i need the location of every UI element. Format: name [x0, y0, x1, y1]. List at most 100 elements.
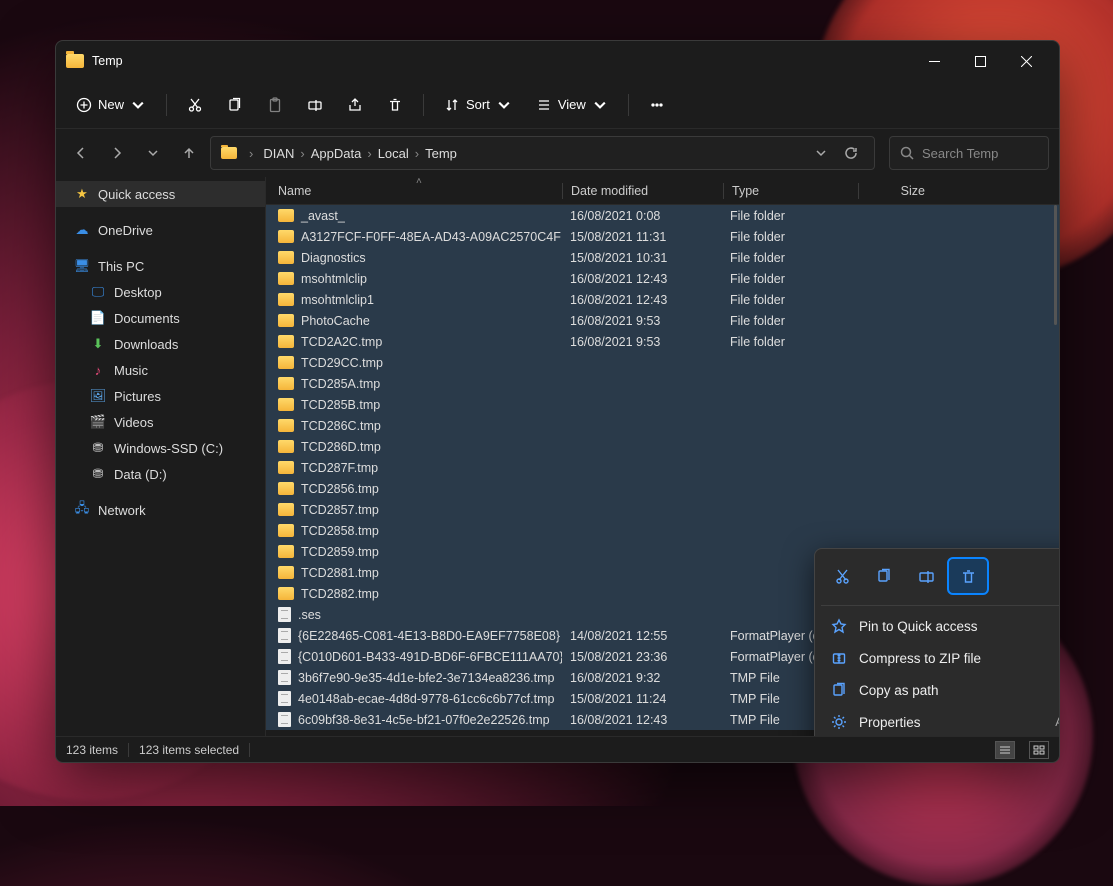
- file-row[interactable]: TCD2856.tmp: [266, 478, 1059, 499]
- ctx-copy-button[interactable]: [865, 559, 903, 593]
- search-input[interactable]: Search Temp: [889, 136, 1049, 170]
- sidebar-item-videos[interactable]: 🎬Videos: [56, 409, 265, 435]
- share-button[interactable]: [339, 91, 371, 119]
- breadcrumb-segment[interactable]: DIAN: [259, 144, 298, 163]
- file-name: TCD286C.tmp: [301, 419, 381, 433]
- file-name: TCD2856.tmp: [301, 482, 379, 496]
- music-icon: ♪: [90, 362, 106, 378]
- chevron-down-icon: [496, 97, 512, 113]
- more-button[interactable]: [641, 91, 673, 119]
- new-button[interactable]: New: [68, 91, 154, 119]
- folder-icon: [278, 587, 294, 600]
- search-icon: [900, 146, 914, 160]
- file-row[interactable]: _avast_16/08/2021 0:08File folder: [266, 205, 1059, 226]
- downloads-icon: ⬇: [90, 336, 106, 352]
- file-row[interactable]: TCD2858.tmp: [266, 520, 1059, 541]
- cut-button[interactable]: [179, 91, 211, 119]
- details-view-button[interactable]: [995, 741, 1015, 759]
- sidebar-item-quickaccess[interactable]: ★Quick access: [56, 181, 265, 207]
- view-button[interactable]: View: [528, 91, 616, 119]
- folder-icon: [278, 209, 294, 222]
- rename-button[interactable]: [299, 91, 331, 119]
- close-button[interactable]: [1003, 41, 1049, 81]
- folder-icon: [278, 545, 294, 558]
- sidebar-item-drive-d[interactable]: ⛃Data (D:): [56, 461, 265, 487]
- file-name: .ses: [298, 608, 321, 622]
- drive-icon: ⛃: [90, 466, 106, 482]
- columns-header[interactable]: ˄ Name Date modified Type Size: [266, 177, 1059, 205]
- ctx-pin[interactable]: Pin to Quick access: [821, 610, 1059, 642]
- address-dropdown[interactable]: [808, 140, 834, 166]
- file-list-area: ˄ Name Date modified Type Size _avast_16…: [266, 177, 1059, 736]
- recent-button[interactable]: [138, 138, 168, 168]
- file-name: Diagnostics: [301, 251, 366, 265]
- sort-button[interactable]: Sort: [436, 91, 520, 119]
- folder-icon: [278, 251, 294, 264]
- icons-view-button[interactable]: [1029, 741, 1049, 759]
- maximize-button[interactable]: [957, 41, 1003, 81]
- breadcrumb-segment[interactable]: Temp: [421, 144, 461, 163]
- file-row[interactable]: TCD2857.tmp: [266, 499, 1059, 520]
- sidebar-item-thispc[interactable]: 🖥This PC: [56, 253, 265, 279]
- ctx-zip[interactable]: Compress to ZIP file: [821, 642, 1059, 674]
- up-button[interactable]: [174, 138, 204, 168]
- sidebar-item-onedrive[interactable]: ☁OneDrive: [56, 217, 265, 243]
- nav-row: › DIAN›AppData›Local›Temp Search Temp: [56, 129, 1059, 177]
- copy-button[interactable]: [219, 91, 251, 119]
- file-date: 16/08/2021 12:43: [562, 272, 722, 286]
- file-row[interactable]: TCD285A.tmp: [266, 373, 1059, 394]
- status-bar: 123 items 123 items selected: [56, 736, 1059, 762]
- file-name: TCD287F.tmp: [301, 461, 378, 475]
- view-label: View: [558, 97, 586, 112]
- file-name: TCD2858.tmp: [301, 524, 379, 538]
- breadcrumb-segment[interactable]: AppData: [307, 144, 366, 163]
- file-row[interactable]: TCD287F.tmp: [266, 457, 1059, 478]
- file-row[interactable]: TCD2A2C.tmp16/08/2021 9:53File folder: [266, 331, 1059, 352]
- address-bar[interactable]: › DIAN›AppData›Local›Temp: [210, 136, 875, 170]
- column-size[interactable]: Size: [859, 184, 945, 198]
- sidebar-item-pictures[interactable]: 🖼Pictures: [56, 383, 265, 409]
- back-button[interactable]: [66, 138, 96, 168]
- sidebar-item-music[interactable]: ♪Music: [56, 357, 265, 383]
- sidebar-item-network[interactable]: 🖧Network: [56, 497, 265, 523]
- file-row[interactable]: A3127FCF-F0FF-48EA-AD43-A09AC2570C4F15/0…: [266, 226, 1059, 247]
- file-row[interactable]: TCD286D.tmp: [266, 436, 1059, 457]
- sidebar-item-drive-c[interactable]: ⛃Windows-SSD (C:): [56, 435, 265, 461]
- file-row[interactable]: msohtmlclip16/08/2021 12:43File folder: [266, 268, 1059, 289]
- file-name: TCD285A.tmp: [301, 377, 380, 391]
- file-row[interactable]: TCD29CC.tmp: [266, 352, 1059, 373]
- sidebar-item-desktop[interactable]: 🖵Desktop: [56, 279, 265, 305]
- delete-button[interactable]: [379, 91, 411, 119]
- column-date[interactable]: Date modified: [563, 184, 723, 198]
- new-label: New: [98, 97, 124, 112]
- scrollbar-thumb[interactable]: [1054, 205, 1057, 325]
- file-row[interactable]: TCD286C.tmp: [266, 415, 1059, 436]
- file-icon: [278, 670, 291, 685]
- file-name: TCD2A2C.tmp: [301, 335, 382, 349]
- sidebar-item-documents[interactable]: 📄Documents: [56, 305, 265, 331]
- minimize-button[interactable]: [911, 41, 957, 81]
- window-title: Temp: [92, 54, 123, 68]
- refresh-button[interactable]: [838, 140, 864, 166]
- folder-icon: [66, 54, 84, 68]
- folder-icon: [278, 566, 294, 579]
- column-type[interactable]: Type: [724, 184, 858, 198]
- titlebar[interactable]: Temp: [56, 41, 1059, 81]
- sidebar-item-downloads[interactable]: ⬇Downloads: [56, 331, 265, 357]
- ctx-delete-button[interactable]: [949, 559, 987, 593]
- file-row[interactable]: Diagnostics15/08/2021 10:31File folder: [266, 247, 1059, 268]
- file-date: 15/08/2021 11:24: [562, 692, 722, 706]
- file-name: TCD2881.tmp: [301, 566, 379, 580]
- paste-button[interactable]: [259, 91, 291, 119]
- column-name[interactable]: Name: [266, 184, 562, 198]
- ctx-copy-path[interactable]: Copy as path: [821, 674, 1059, 706]
- file-row[interactable]: TCD285B.tmp: [266, 394, 1059, 415]
- ctx-cut-button[interactable]: [823, 559, 861, 593]
- file-row[interactable]: msohtmlclip116/08/2021 12:43File folder: [266, 289, 1059, 310]
- ctx-rename-button[interactable]: [907, 559, 945, 593]
- file-row[interactable]: PhotoCache16/08/2021 9:53File folder: [266, 310, 1059, 331]
- ctx-properties[interactable]: PropertiesAlt+Enter: [821, 706, 1059, 736]
- forward-button[interactable]: [102, 138, 132, 168]
- file-date: 16/08/2021 12:43: [562, 293, 722, 307]
- breadcrumb-segment[interactable]: Local: [374, 144, 413, 163]
